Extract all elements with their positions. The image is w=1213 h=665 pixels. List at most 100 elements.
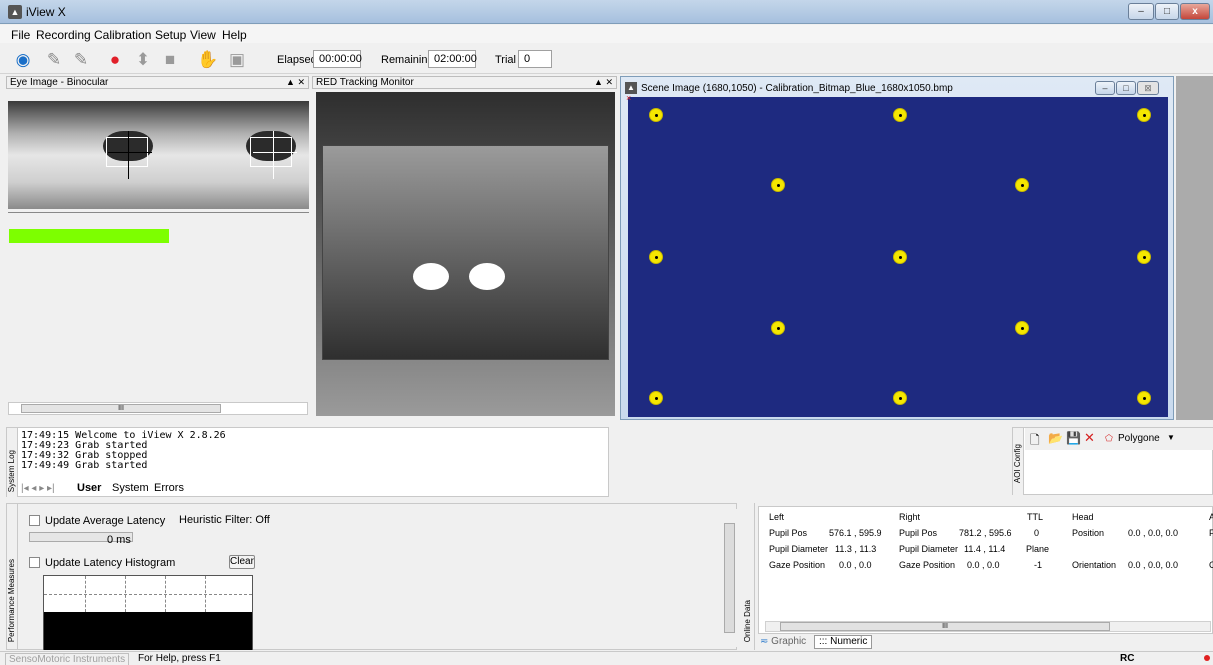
delete-icon[interactable]: ✕: [1084, 430, 1095, 446]
calibration-point: [1137, 250, 1151, 264]
position-label: Position: [1072, 528, 1105, 538]
status-led-icon: [1204, 655, 1210, 661]
aoi-side-label[interactable]: AOI Config: [1013, 444, 1022, 483]
system-log-side: System Log: [7, 428, 18, 497]
validate-icon[interactable]: ✎: [70, 49, 92, 71]
log-nav-buttons[interactable]: |◂ ◂ ▸ ▸|: [21, 483, 55, 494]
orientation-value: 0.0 , 0.0, 0.0: [1128, 560, 1179, 570]
eye-panel-close[interactable]: ▲ ✕: [286, 77, 305, 88]
stop-icon[interactable]: ■: [159, 49, 181, 71]
calibration-point: [1137, 108, 1151, 122]
tab-user[interactable]: User: [77, 482, 101, 494]
tab-numeric-label: Numeric: [830, 636, 868, 647]
head-header: Head: [1072, 512, 1094, 522]
ttl-value: 0: [1034, 528, 1040, 538]
right-crosshair-v: [273, 131, 274, 179]
red-tracking-panel: RED Tracking Monitor ▲ ✕: [312, 76, 617, 416]
eye-panel-title-text: Eye Image - Binocular: [10, 77, 109, 88]
minimize-button[interactable]: –: [1128, 3, 1154, 20]
help-text: For Help, press F1: [138, 653, 221, 664]
tracking-quality-bar: [9, 229, 169, 243]
record-icon[interactable]: ●: [104, 49, 126, 71]
eye-scroll-thumb[interactable]: III: [21, 404, 221, 413]
online-side-label[interactable]: Online Data: [743, 600, 752, 642]
eye-icon[interactable]: ◉: [12, 49, 34, 71]
calibration-point: [1137, 391, 1151, 405]
heuristic-filter-label: Heuristic Filter: Off: [179, 514, 270, 526]
red-panel-close[interactable]: ▲ ✕: [594, 77, 613, 88]
menu-recording[interactable]: Recording: [36, 28, 91, 42]
menu-calibration[interactable]: Calibration: [94, 28, 151, 42]
left-pupil-diam-label: Pupil Diameter: [769, 544, 829, 554]
plane-label: Plane: [1026, 544, 1050, 554]
polygon-tool-label[interactable]: Polygone: [1118, 433, 1160, 444]
scene-window-title: Scene Image (1680,1050) - Calibration_Bi…: [641, 83, 953, 94]
right-gaze: 0.0 , 0.0: [967, 560, 1000, 570]
online-scroll-thumb[interactable]: III: [780, 622, 1110, 631]
graphic-icon: ≂: [760, 636, 769, 647]
scene-close-button[interactable]: ⊠: [1137, 81, 1159, 95]
tab-errors[interactable]: Errors: [154, 482, 184, 494]
menu-help[interactable]: Help: [222, 28, 247, 42]
online-data-panel: Online Data Left Right TTL Head A Pupil …: [742, 503, 1213, 650]
polygon-icon: ⬠: [1105, 433, 1113, 443]
toolbar: ◉ ✎ ✎ ● ⬍ ■ ✋ ▣ Elapsed 00:00:00 Remaini…: [0, 44, 1213, 74]
aoi-toolbar: 🗋 📂 💾 ✕ ⬠ Polygone ▼: [1025, 428, 1213, 450]
chevron-down-icon[interactable]: ▼: [1167, 433, 1175, 442]
calibration-point: [893, 108, 907, 122]
left-pupil-pos: 576.1 , 595.9: [829, 528, 882, 538]
mdi-background: [1176, 76, 1213, 420]
calibration-point: [893, 391, 907, 405]
left-crosshair-h: [108, 152, 152, 153]
trial-label: Trial: [495, 54, 516, 66]
right-crosshair-h: [253, 152, 297, 153]
calibration-point: [893, 250, 907, 264]
avg-latency-checkbox[interactable]: [29, 515, 40, 526]
log-line: 17:49:49 Grab started: [21, 460, 148, 471]
hand-icon[interactable]: ✋: [197, 49, 219, 71]
save-icon[interactable]: 💾: [1066, 431, 1081, 445]
tab-graphic[interactable]: ≂ Graphic: [760, 636, 806, 647]
tab-system[interactable]: System: [112, 482, 149, 494]
open-folder-icon[interactable]: 📂: [1048, 431, 1063, 445]
maximize-button[interactable]: □: [1155, 3, 1179, 20]
perf-scrollbar[interactable]: [723, 509, 737, 647]
left-header: Left: [769, 512, 785, 522]
left-eye-marker: [413, 263, 449, 290]
menu-bar: File Recording Calibration Setup View He…: [0, 25, 1213, 43]
tab-numeric[interactable]: ::: Numeric: [814, 635, 873, 649]
rc-indicator: RC: [1120, 653, 1135, 664]
ttl-header: TTL: [1027, 512, 1044, 522]
perf-side: Performance Measures: [7, 504, 18, 650]
scene-maximize-button[interactable]: □: [1116, 81, 1136, 95]
perf-side-label[interactable]: Performance Measures: [7, 559, 16, 642]
calibration-point: [1015, 321, 1029, 335]
numeric-icon: :::: [819, 636, 828, 647]
menu-file[interactable]: File: [11, 28, 30, 42]
close-button[interactable]: x: [1180, 3, 1210, 20]
calibration-point: [771, 178, 785, 192]
system-log-side-label[interactable]: System Log: [7, 450, 16, 492]
right-eye-marker: [469, 263, 505, 290]
left-gaze: 0.0 , 0.0: [839, 560, 872, 570]
scene-image-window: ▲ Scene Image (1680,1050) - Calibration_…: [620, 76, 1174, 420]
eye-panel-scrollbar[interactable]: III: [8, 402, 308, 415]
menu-setup[interactable]: Setup: [155, 28, 186, 42]
online-hscrollbar[interactable]: III: [765, 621, 1211, 632]
calibration-point: [649, 391, 663, 405]
save-data-icon[interactable]: ▣: [226, 49, 248, 71]
histogram-checkbox[interactable]: [29, 557, 40, 568]
truncated-c: C: [1209, 560, 1213, 570]
calibration-bitmap: ×: [626, 93, 1168, 417]
new-file-icon[interactable]: 🗋: [1030, 431, 1040, 452]
latency-histogram: [43, 575, 253, 650]
menu-view[interactable]: View: [190, 28, 216, 42]
clear-button[interactable]: Clear: [229, 555, 255, 569]
calibrate-icon[interactable]: ✎: [43, 49, 65, 71]
scene-minimize-button[interactable]: –: [1095, 81, 1115, 95]
pause-icon[interactable]: ⬍: [132, 49, 154, 71]
eye-panel-title: Eye Image - Binocular ▲ ✕: [6, 76, 309, 89]
tracking-monitor-view: [316, 92, 615, 416]
perf-scroll-thumb[interactable]: [724, 523, 735, 633]
online-numeric-view: Left Right TTL Head A Pupil Pos 576.1 , …: [758, 506, 1213, 634]
